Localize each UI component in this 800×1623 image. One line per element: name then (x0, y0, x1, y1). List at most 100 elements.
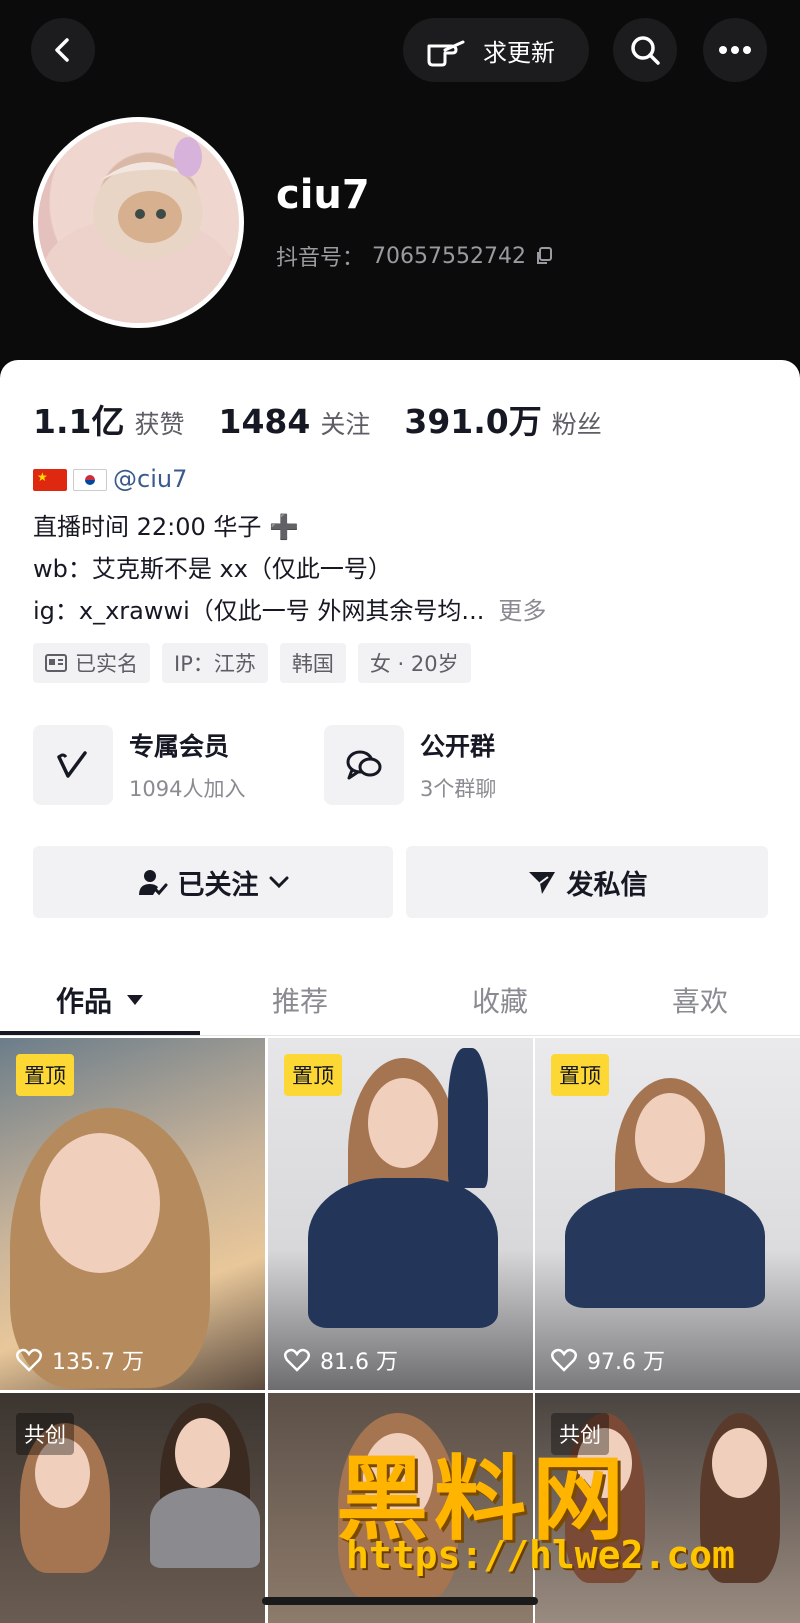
stat-label: 关注 (320, 410, 371, 439)
tab-divider (0, 1035, 800, 1036)
public-group-entry[interactable]: 公开群 3个群聊 (324, 725, 496, 805)
thumbnail-arm (448, 1048, 488, 1188)
stat-label: 粉丝 (551, 410, 602, 439)
china-flag-icon (33, 469, 67, 491)
tab-favorites[interactable]: 收藏 (400, 965, 600, 1035)
tag-ip: IP：江苏 (162, 643, 268, 683)
home-indicator (262, 1597, 538, 1605)
thumbnail-sweater (308, 1178, 498, 1328)
stat-value: 391.0万 (404, 402, 542, 441)
cocreate-badge: 共创 (16, 1413, 74, 1455)
bio-more-link[interactable]: 更多 (498, 597, 546, 625)
heart-icon (284, 1348, 310, 1372)
thumbnail-face (712, 1428, 767, 1498)
kitten-avatar-image (43, 137, 233, 323)
followed-label: 已关注 (177, 869, 259, 901)
request-update-label: 求更新 (483, 38, 555, 67)
profile-header: 求更新 ciu7 抖音号： 70657552742 (0, 0, 800, 370)
stat-followers[interactable]: 391.0万 粉丝 (404, 395, 601, 443)
tag-label: 女 · 20岁 (369, 652, 459, 676)
request-update-button[interactable]: 求更新 (403, 18, 589, 82)
feature-icon-box (33, 725, 113, 805)
korea-flag-icon (73, 469, 107, 491)
feature-icon-box (324, 725, 404, 805)
like-count: 81.6 万 (284, 1344, 398, 1376)
douyin-id: 抖音号： 70657552742 (276, 240, 554, 272)
search-icon (631, 36, 660, 65)
tag-verified: 已实名 (33, 643, 150, 683)
bio-line-4: ig：x_xrawwi（仅此一号 外网其余号均... 更多 (33, 591, 546, 626)
feature-title: 公开群 (420, 732, 496, 761)
profile-tags: 已实名 IP：江苏 韩国 女 · 20岁 (33, 643, 471, 683)
back-button[interactable] (31, 18, 95, 82)
video-thumbnail[interactable]: 共创 (0, 1393, 265, 1623)
video-thumbnail[interactable]: 置顶 97.6 万 (535, 1038, 800, 1390)
stat-value: 1484 (218, 402, 311, 441)
user-check-icon (138, 870, 167, 896)
tab-label: 收藏 (471, 985, 528, 1018)
bio-line-3: wb：艾克斯不是 xx（仅此一号） (33, 555, 392, 583)
content-tabs: 作品 推荐 收藏 喜欢 (0, 965, 800, 1035)
pointing-hand-icon (427, 40, 465, 67)
tag-label: 韩国 (291, 652, 334, 676)
feature-title: 专属会员 (129, 732, 230, 761)
v-membership-icon (57, 751, 87, 778)
thumbnail-top (150, 1488, 260, 1568)
heart-icon (551, 1348, 577, 1372)
like-count: 97.6 万 (551, 1344, 665, 1376)
membership-entry[interactable]: 专属会员 1094人加入 (33, 725, 245, 805)
like-count-value: 81.6 万 (320, 1350, 398, 1375)
douyin-id-value: 70657552742 (372, 243, 526, 269)
bio-line-2: 直播时间 22:00 华子 ➕ (33, 513, 299, 541)
thumbnail-face (175, 1418, 230, 1488)
chat-group-icon (346, 750, 382, 780)
copy-icon[interactable] (534, 246, 554, 266)
tag-label: IP：江苏 (174, 652, 256, 676)
thumbnail-face (40, 1133, 160, 1273)
tab-label: 喜欢 (671, 985, 728, 1018)
id-card-icon (45, 654, 67, 672)
pinned-badge: 置顶 (551, 1054, 609, 1096)
tab-likes[interactable]: 喜欢 (600, 965, 800, 1035)
thumbnail-face (368, 1078, 438, 1168)
caret-down-icon (127, 995, 143, 1005)
bio-line-4-text: ig：x_xrawwi（仅此一号 外网其余号均... (33, 597, 485, 625)
search-button[interactable] (613, 18, 677, 82)
stat-value: 1.1亿 (33, 402, 125, 441)
video-thumbnail[interactable]: 置顶 135.7 万 (0, 1038, 265, 1390)
stats-row: 1.1亿 获赞 1484 关注 391.0万 粉丝 (33, 395, 636, 443)
like-count-value: 135.7 万 (52, 1350, 144, 1375)
stat-following[interactable]: 1484 关注 (218, 402, 370, 441)
video-thumbnail[interactable]: 置顶 81.6 万 (268, 1038, 533, 1390)
tab-recommend[interactable]: 推荐 (200, 965, 400, 1035)
bio-line-1: @ciu7 (33, 465, 187, 493)
back-arrow-icon (55, 38, 69, 62)
avatar[interactable] (33, 117, 244, 328)
tab-works[interactable]: 作品 (0, 965, 200, 1035)
heart-icon (16, 1348, 42, 1372)
like-count: 135.7 万 (16, 1344, 144, 1376)
douyin-id-label: 抖音号： (276, 246, 365, 271)
more-options-button[interactable] (703, 18, 767, 82)
tag-country: 韩国 (279, 643, 346, 683)
watermark-url: https://hlwe2.com (346, 1533, 735, 1577)
chevron-down-icon (269, 876, 288, 889)
send-message-button[interactable]: 发私信 (406, 846, 768, 918)
stat-likes[interactable]: 1.1亿 获赞 (33, 395, 184, 443)
send-plane-icon (528, 872, 555, 894)
send-message-label: 发私信 (566, 869, 648, 901)
followed-button[interactable]: 已关注 (33, 846, 393, 918)
like-count-value: 97.6 万 (587, 1350, 665, 1375)
mention-link[interactable]: @ciu7 (113, 465, 187, 493)
feature-subtitle: 3个群聊 (420, 777, 497, 801)
stat-label: 获赞 (134, 410, 185, 439)
tag-gender-age: 女 · 20岁 (357, 643, 471, 683)
thumbnail-sweater (565, 1188, 765, 1308)
tab-label: 作品 (55, 985, 112, 1018)
thumbnail-face (635, 1093, 705, 1183)
pinned-badge: 置顶 (284, 1054, 342, 1096)
more-dots-icon (719, 46, 751, 54)
pinned-badge: 置顶 (16, 1054, 74, 1096)
username: ciu7 (276, 172, 370, 218)
feature-subtitle: 1094人加入 (129, 777, 246, 801)
